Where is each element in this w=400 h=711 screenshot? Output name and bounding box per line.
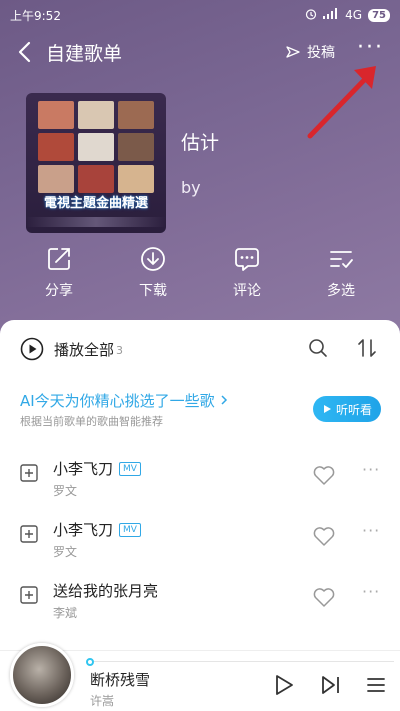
back-button[interactable] (4, 32, 44, 72)
song-title: 小李飞刀 (53, 521, 114, 539)
song-count: 3 (116, 343, 124, 357)
play-all-label: 播放全部 (54, 340, 115, 359)
ai-recommendation-title: AI今天为你精心挑选了一些歌 (20, 392, 215, 410)
song-title-line: 小李飞刀 MV (53, 519, 141, 540)
song-more-button[interactable]: ··· (362, 521, 380, 540)
chevron-left-icon (18, 41, 31, 63)
now-playing-cover[interactable] (10, 643, 74, 707)
plus-box-icon (20, 586, 38, 604)
song-more-button[interactable]: ··· (362, 460, 380, 479)
ai-recommendation-subtitle: 根据当前歌单的歌曲智能推荐 (20, 415, 163, 428)
cover-photo-grid (38, 101, 154, 193)
status-time: 上午9:52 (10, 8, 61, 23)
playlist-cover[interactable]: 電視主題金曲精選 (26, 93, 166, 233)
now-playing-title: 断桥残雪 (90, 671, 151, 689)
sort-icon (358, 339, 376, 357)
listen-button[interactable]: 听听看 (313, 396, 381, 422)
search-icon (309, 339, 327, 357)
skip-next-icon (322, 676, 339, 694)
heart-icon (313, 527, 335, 546)
song-artist: 罗文 (53, 484, 78, 498)
download-icon (141, 247, 165, 271)
comment-label: 评论 (233, 283, 261, 299)
play-icon (276, 675, 293, 695)
send-icon (286, 46, 300, 58)
queue-list-icon (367, 678, 385, 692)
share-button[interactable]: 分享 (24, 246, 94, 306)
progress-track[interactable] (94, 661, 394, 662)
cover-title: 電視主題金曲精選 (43, 196, 148, 211)
play-button[interactable] (273, 673, 295, 701)
annotation-arrow-icon (307, 66, 376, 139)
heart-icon (313, 588, 335, 607)
multiselect-button[interactable]: 多选 (306, 246, 376, 306)
battery-level: 75 (368, 8, 390, 22)
plus-box-icon (20, 464, 38, 482)
song-artist: 李斌 (53, 606, 78, 620)
sort-button[interactable] (357, 338, 379, 362)
now-playing-artist: 许嵩 (90, 694, 115, 708)
status-icons: 4G 75 (305, 8, 390, 23)
mv-badge[interactable]: MV (119, 522, 141, 537)
download-button[interactable]: 下载 (118, 246, 188, 306)
song-row[interactable]: 小李飞刀 MV 罗文 ··· (0, 452, 400, 508)
add-to-playlist-button[interactable] (20, 525, 38, 547)
signal-icon (323, 8, 339, 22)
song-row[interactable]: 送给我的张月亮 李斌 ··· (0, 574, 400, 630)
share-label: 分享 (45, 283, 73, 299)
song-title: 小李飞刀 (53, 460, 114, 478)
chevron-right-icon (221, 395, 228, 405)
multiselect-label: 多选 (327, 283, 355, 299)
song-more-button[interactable]: ··· (362, 582, 380, 601)
mini-player[interactable]: 断桥残雪 许嵩 (0, 643, 400, 711)
ai-recommendation-link[interactable]: AI今天为你精心挑选了一些歌 (20, 390, 229, 411)
plus-box-icon (20, 525, 38, 543)
add-to-playlist-button[interactable] (20, 586, 38, 608)
like-button[interactable] (312, 586, 336, 612)
multiselect-icon (330, 251, 353, 268)
song-title: 送给我的张月亮 (53, 582, 159, 600)
like-button[interactable] (312, 525, 336, 551)
playlist-queue-button[interactable] (366, 675, 386, 699)
like-button[interactable] (312, 464, 336, 490)
heart-icon (313, 466, 335, 485)
play-all-button[interactable]: 播放全部 3 (20, 336, 123, 362)
search-in-list-button[interactable] (308, 338, 328, 362)
playlist-creator[interactable]: by (181, 178, 201, 197)
comment-icon (235, 248, 259, 271)
playlist-name: 估计 (181, 132, 220, 154)
page-title: 自建歌单 (46, 42, 123, 65)
play-circle-icon (20, 337, 44, 361)
song-title-line: 送给我的张月亮 (53, 580, 158, 601)
download-label: 下载 (139, 283, 167, 299)
listen-label: 听听看 (335, 402, 372, 417)
alarm-icon (305, 8, 317, 23)
add-to-playlist-button[interactable] (20, 464, 38, 486)
action-row: 分享 下载 评论 多选 (0, 246, 400, 306)
network-label: 4G (345, 8, 363, 22)
progress-handle[interactable] (86, 658, 94, 666)
cover-footer-decoration (26, 217, 166, 227)
comment-button[interactable]: 评论 (212, 246, 282, 306)
mv-badge[interactable]: MV (119, 461, 141, 476)
status-bar: 上午9:52 4G 75 (0, 0, 400, 30)
song-title-line: 小李飞刀 MV (53, 458, 141, 479)
song-artist: 罗文 (53, 545, 78, 559)
play-icon (323, 405, 331, 413)
next-track-button[interactable] (320, 673, 342, 701)
song-row[interactable]: 小李飞刀 MV 罗文 ··· (0, 513, 400, 569)
share-icon (48, 248, 70, 270)
